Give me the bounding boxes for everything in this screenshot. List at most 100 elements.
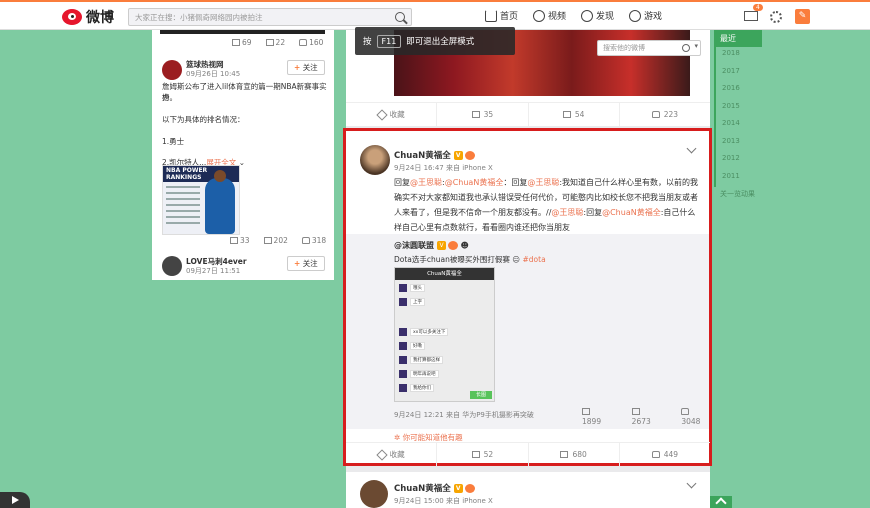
previous-post-actions: 收藏 35 54 223 [346,102,710,126]
weibo-eye-icon [62,9,82,25]
post-time[interactable]: 09月26日 10:45 [186,69,240,80]
post-author[interactable]: ChuaN黄福全 V [394,482,475,494]
follow-button[interactable]: + 关注 [287,60,325,75]
comment-icon [265,39,274,46]
timeline-current[interactable]: 最近 [714,30,762,47]
level-icon [464,484,475,493]
repost-author[interactable]: @沫圆联盟 V ☻ [394,240,469,251]
share-button[interactable]: 69 [232,38,252,47]
left-top-stats: 69 22 160 [232,38,323,47]
comment-button[interactable]: 54 [529,103,620,126]
back-to-top-button[interactable] [710,496,732,508]
like-button[interactable]: 318 [301,236,326,245]
timeline-year[interactable]: 2017 [714,64,764,82]
repost-stats: 1899 2673 3048 [582,408,709,426]
like-button[interactable]: 449 [620,443,710,466]
avatar[interactable] [360,145,390,175]
emoji-icon: ☻ [460,241,469,250]
play-icon[interactable] [0,492,30,508]
nav-game[interactable]: 游戏 [629,9,662,22]
chat-row: 明年再说吧 [399,370,439,378]
post-author[interactable]: ChuaN黄福全 V [394,149,475,161]
nav-video[interactable]: 视频 [533,9,566,22]
discover-icon [581,9,593,22]
mention-link[interactable]: @ChuaN黄福全 [445,178,504,187]
emoji-icon: 😐 [512,255,521,264]
comment-button[interactable]: 202 [263,236,288,245]
chat-screenshot-image[interactable]: ChuaN黄福全 哦头 上字 xx可以多关注下 好嘞 我打算都这样 明年再说吧 … [394,267,495,402]
star-icon [375,448,388,461]
profile-search-input[interactable]: 搜索他的微博 ▾ [597,40,701,56]
post-line: 1.勇士 [162,137,185,146]
search-input[interactable]: 大家正在搜：小猪佩奇网络园内被拍注 [128,8,412,26]
weibo-logo[interactable]: 微博 [62,7,114,27]
timeline-year[interactable]: 2014 [714,117,764,135]
timeline-year[interactable]: 2011 [714,169,764,187]
mention-link[interactable]: @王思聪 [410,178,442,187]
chevron-down-icon[interactable] [686,143,697,154]
favorite-button[interactable]: 收藏 [346,103,438,126]
timeline-year[interactable]: 2015 [714,99,764,117]
share-button[interactable]: 35 [437,103,529,126]
mail-icon[interactable]: 4 [744,4,763,21]
chat-row: 我打算都这样 [399,356,443,364]
gear-icon[interactable] [770,11,782,23]
like-button[interactable]: 3048 [681,408,709,426]
post-line: 榜。 [162,93,177,102]
share-button[interactable]: 52 [437,443,529,466]
video-icon [533,9,545,22]
like-button[interactable]: 223 [620,103,710,126]
star-icon [375,108,388,121]
timeline-year[interactable]: 2013 [714,134,764,152]
share-icon [230,237,238,244]
timeline-year[interactable]: 2016 [714,82,764,100]
timeline-year[interactable]: 2012 [714,152,764,170]
f11-key: F11 [376,34,402,48]
chevron-down-icon[interactable]: ▾ [694,42,698,50]
compose-button[interactable]: ✎ [795,9,810,24]
mention-link[interactable]: @王思聪 [551,208,583,217]
like-button[interactable]: 160 [299,38,323,47]
comment-icon [560,451,569,458]
left-feed-column: 69 22 160 篮球热视网 09月26日 10:45 + 关注 詹姆斯公布了… [152,30,334,280]
post-time[interactable]: 9月24日 15:00 来自 iPhone X [394,496,493,506]
post-text-segment: :回复 [583,208,603,217]
post-text-segment: ：回复 [503,178,528,187]
nba-ranking-image[interactable]: NBA POWER RANKINGS [162,165,240,235]
chevron-down-icon[interactable] [686,478,697,489]
share-button[interactable]: 33 [230,236,250,245]
repost-meta[interactable]: 9月24日 12:21 来自 华为P9手机摄影再突破 [394,410,534,420]
timeline-year[interactable]: 2018 [714,47,764,65]
post-line: 詹姆斯公布了进入lil体育宣的篇一期NBA新赛事实力 [162,82,327,102]
avatar[interactable] [162,256,182,276]
chat-row: 哦头 [399,284,425,292]
share-icon [582,408,590,415]
post1-stats: 33 202 318 [230,236,326,245]
comment-button[interactable]: 680 [529,443,620,466]
post-time[interactable]: 09月27日 11:51 [186,266,240,277]
mail-badge: 4 [753,4,763,11]
prev-image-strip [160,30,325,34]
timeline-more[interactable]: 关一览动果 [714,187,764,201]
favorite-button[interactable]: 收藏 [346,443,438,466]
topic-tag[interactable]: #dota [523,255,546,264]
mention-link[interactable]: @王思聪 [527,178,559,187]
search-icon[interactable] [682,44,690,52]
avatar[interactable] [162,60,182,80]
follow-button[interactable]: + 关注 [287,256,325,271]
mention-link[interactable]: @ChuaN黄福全 [602,208,661,217]
like-icon [299,39,308,46]
avatar[interactable] [360,480,388,508]
comment-icon [631,408,640,415]
nav-discover[interactable]: 发现 [581,9,614,22]
search-icon[interactable] [395,12,405,22]
share-button[interactable]: 1899 [582,408,610,426]
chat-row: xx可以多关注下 [399,328,449,336]
nav-video-label: 视频 [548,12,567,22]
comment-icon [263,237,272,244]
comment-button[interactable]: 2673 [631,408,660,426]
comment-button[interactable]: 22 [265,38,285,47]
post-time[interactable]: 9月24日 16:47 来自 iPhone X [394,163,493,173]
nav-home[interactable]: 首页 [485,9,518,22]
logo-text: 微博 [86,10,114,26]
